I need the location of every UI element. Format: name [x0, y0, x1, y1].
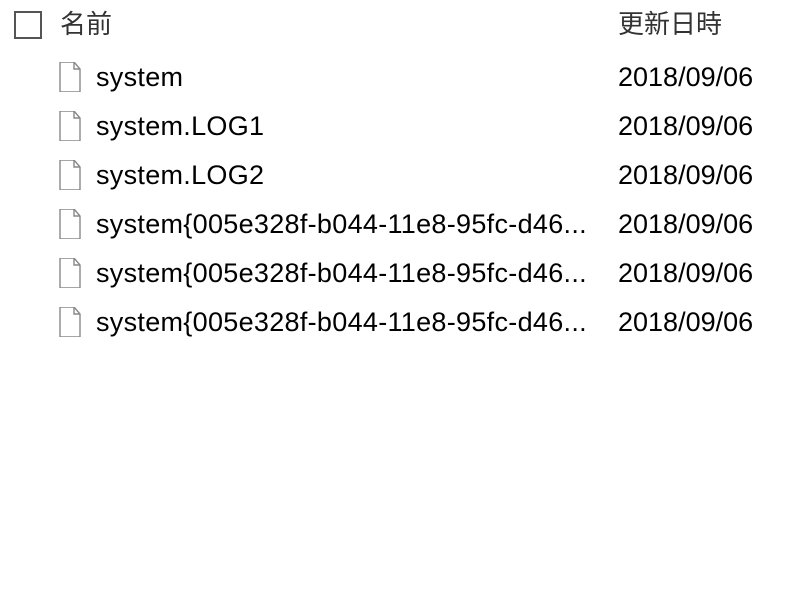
file-row[interactable]: system.LOG1 2018/09/06 [0, 102, 800, 151]
file-icon [58, 111, 82, 141]
file-row[interactable]: system{005e328f-b044-11e8-95fc-d46... 20… [0, 200, 800, 249]
column-header-name[interactable]: 名前 [60, 4, 610, 41]
file-name: system{005e328f-b044-11e8-95fc-d46... [96, 258, 610, 289]
file-name: system{005e328f-b044-11e8-95fc-d46... [96, 209, 610, 240]
file-name: system{005e328f-b044-11e8-95fc-d46... [96, 307, 610, 338]
file-date: 2018/09/06 [610, 111, 800, 142]
file-date: 2018/09/06 [610, 62, 800, 93]
file-row[interactable]: system 2018/09/06 [0, 53, 800, 102]
file-explorer-list: 名前 更新日時 system 2018/09/06 system.LOG1 20… [0, 0, 800, 347]
file-icon [58, 160, 82, 190]
column-headers: 名前 更新日時 [0, 0, 800, 53]
file-name: system.LOG2 [96, 160, 610, 191]
file-name: system.LOG1 [96, 111, 610, 142]
select-all-checkbox[interactable] [14, 11, 42, 39]
file-icon [58, 62, 82, 92]
file-date: 2018/09/06 [610, 258, 800, 289]
file-row[interactable]: system{005e328f-b044-11e8-95fc-d46... 20… [0, 249, 800, 298]
file-icon [58, 258, 82, 288]
column-header-date[interactable]: 更新日時 [610, 4, 800, 41]
file-name: system [96, 62, 610, 93]
file-icon [58, 209, 82, 239]
file-date: 2018/09/06 [610, 160, 800, 191]
file-date: 2018/09/06 [610, 307, 800, 338]
file-row[interactable]: system{005e328f-b044-11e8-95fc-d46... 20… [0, 298, 800, 347]
file-icon [58, 307, 82, 337]
file-date: 2018/09/06 [610, 209, 800, 240]
file-row[interactable]: system.LOG2 2018/09/06 [0, 151, 800, 200]
